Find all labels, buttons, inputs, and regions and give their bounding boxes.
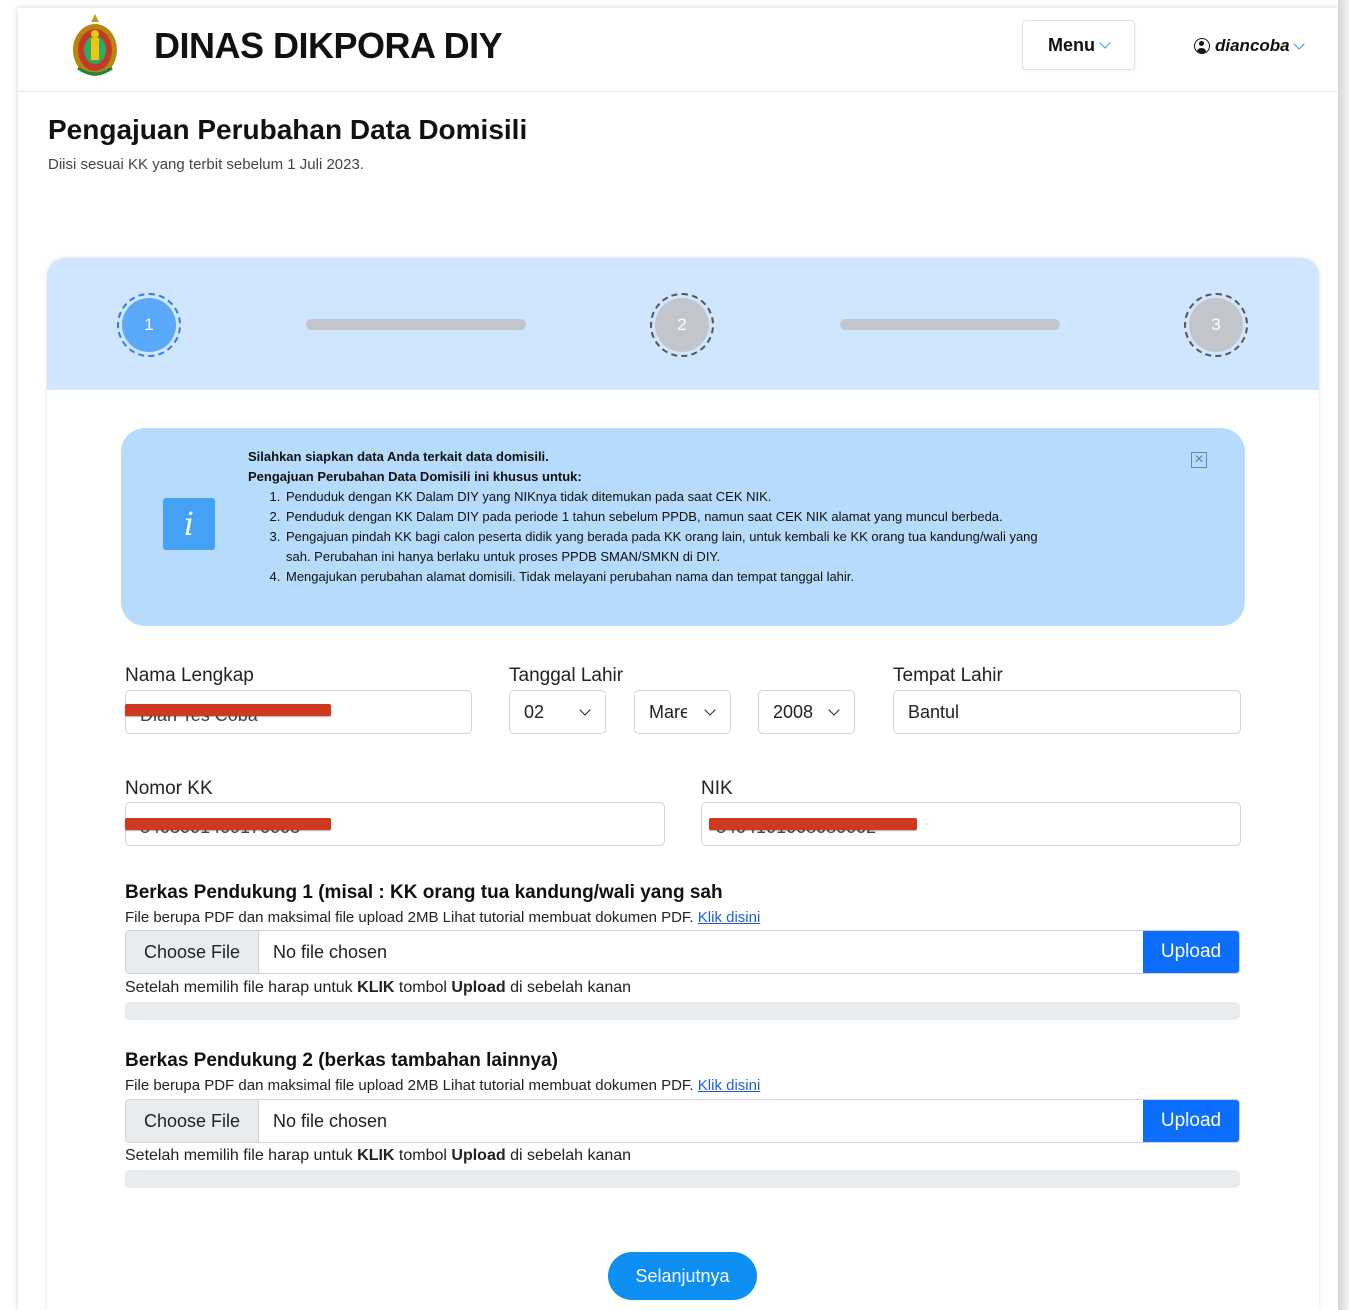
step-3-label: 3 (1189, 298, 1243, 352)
dikpora-logo (70, 12, 120, 80)
scrollbar-shade (1338, 0, 1349, 1310)
month-select[interactable]: Mare (634, 690, 731, 734)
month-value: Mare (649, 701, 687, 722)
step-connector (840, 319, 1060, 330)
menu-button[interactable]: Menu (1022, 20, 1135, 70)
hint-text: di sebelah kanan (510, 1147, 632, 1164)
redaction-bar (709, 818, 917, 830)
chevron-down-icon (828, 704, 840, 716)
alert-list-item: Penduduk dengan KK Dalam DIY yang NIKnya… (284, 487, 1064, 507)
year-select[interactable]: 2008 (758, 690, 855, 734)
page-subtitle: Diisi sesuai KK yang terbit sebelum 1 Ju… (48, 156, 364, 173)
upload-button[interactable]: Upload (1143, 931, 1239, 973)
user-menu[interactable]: diancoba (1194, 36, 1305, 56)
alert-list-item: Pengajuan pindah KK bagi calon peserta d… (284, 527, 1064, 567)
redaction-bar (125, 818, 331, 830)
choose-file-button[interactable]: Choose File (126, 931, 259, 973)
chosen-file-text: No file chosen (273, 941, 388, 962)
hint-bold: KLIK (357, 1147, 395, 1164)
alert-list-item: Mengajukan perubahan alamat domisili. Ti… (284, 567, 1064, 587)
navbar: DINAS DIKPORA DIY Menu diancoba (18, 8, 1338, 92)
upload-1-hint: Setelah memilih file harap untuk KLIK to… (125, 979, 631, 997)
stepper: 1 2 3 (47, 258, 1319, 390)
form-card: 1 2 3 i ✕ Silahkan siapkan data Anda ter… (47, 258, 1319, 1310)
kk-label: Nomor KK (125, 778, 213, 799)
hint-text: tombol (398, 979, 447, 996)
nik-label: NIK (701, 778, 733, 799)
upload-1-note: File berupa PDF dan maksimal file upload… (125, 909, 760, 926)
hint-bold: Upload (451, 1147, 506, 1164)
step-3: 3 (1184, 293, 1248, 357)
step-connector (306, 319, 526, 330)
choose-file-button[interactable]: Choose File (126, 1100, 259, 1142)
menu-label: Menu (1048, 34, 1095, 55)
step-2: 2 (650, 293, 714, 357)
tempat-value: Bantul (908, 701, 960, 722)
next-button[interactable]: Selanjutnya (608, 1252, 757, 1300)
tanggal-label: Tanggal Lahir (509, 665, 624, 686)
step-1-label: 1 (122, 298, 176, 352)
upload-note-text: File berupa PDF dan maksimal file upload… (125, 1077, 694, 1094)
tempat-label: Tempat Lahir (893, 665, 1003, 686)
username: diancoba (1215, 36, 1290, 55)
alert-line: Silahkan siapkan data Anda terkait data … (248, 449, 549, 464)
chevron-down-icon (579, 704, 591, 716)
brand-title: DINAS DIKPORA DIY (154, 25, 503, 66)
upload-2-title: Berkas Pendukung 2 (berkas tambahan lain… (125, 1050, 558, 1071)
upload-button[interactable]: Upload (1143, 1100, 1239, 1142)
alert-list-item: Penduduk dengan KK Dalam DIY pada period… (284, 507, 1064, 527)
chevron-down-icon (704, 704, 716, 716)
hint-text: di sebelah kanan (510, 979, 632, 996)
day-value: 02 (524, 701, 545, 722)
alert-list: Penduduk dengan KK Dalam DIY yang NIKnya… (284, 487, 1064, 587)
upload-note-text: File berupa PDF dan maksimal file upload… (125, 909, 694, 926)
redaction-bar (125, 704, 331, 716)
tutorial-link[interactable]: Klik disini (698, 1077, 761, 1094)
alert-line: Pengajuan Perubahan Data Domisili ini kh… (248, 469, 582, 484)
upload-2-progress (125, 1170, 1240, 1188)
day-select[interactable]: 02 (509, 690, 606, 734)
close-icon[interactable]: ✕ (1191, 452, 1207, 468)
page-title: Pengajuan Perubahan Data Domisili (48, 114, 528, 145)
tutorial-link[interactable]: Klik disini (698, 909, 761, 926)
file-input-2: Choose File No file chosen Upload (125, 1099, 1240, 1143)
step-1: 1 (117, 293, 181, 357)
tempat-input[interactable]: Bantul (893, 690, 1241, 734)
nama-label: Nama Lengkap (125, 665, 254, 686)
chosen-file-text: No file chosen (273, 1110, 388, 1131)
hint-bold: Upload (451, 979, 506, 996)
file-input-1: Choose File No file chosen Upload (125, 930, 1240, 974)
hint-bold: KLIK (357, 979, 395, 996)
alert-body: Silahkan siapkan data Anda terkait data … (248, 447, 1064, 587)
year-value: 2008 (773, 701, 813, 722)
user-circle-icon (1194, 38, 1210, 54)
hint-text: Setelah memilih file harap untuk (125, 979, 353, 996)
step-2-label: 2 (655, 298, 709, 352)
upload-2-note: File berupa PDF dan maksimal file upload… (125, 1077, 760, 1094)
chevron-down-icon (1292, 37, 1305, 50)
upload-1-title: Berkas Pendukung 1 (misal : KK orang tua… (125, 882, 723, 903)
info-alert: i ✕ Silahkan siapkan data Anda terkait d… (121, 428, 1245, 626)
info-icon: i (163, 498, 215, 550)
upload-1-progress (125, 1002, 1240, 1020)
upload-2-hint: Setelah memilih file harap untuk KLIK to… (125, 1147, 631, 1165)
hint-text: tombol (398, 1147, 447, 1164)
chevron-down-icon (1099, 36, 1111, 49)
hint-text: Setelah memilih file harap untuk (125, 1147, 353, 1164)
